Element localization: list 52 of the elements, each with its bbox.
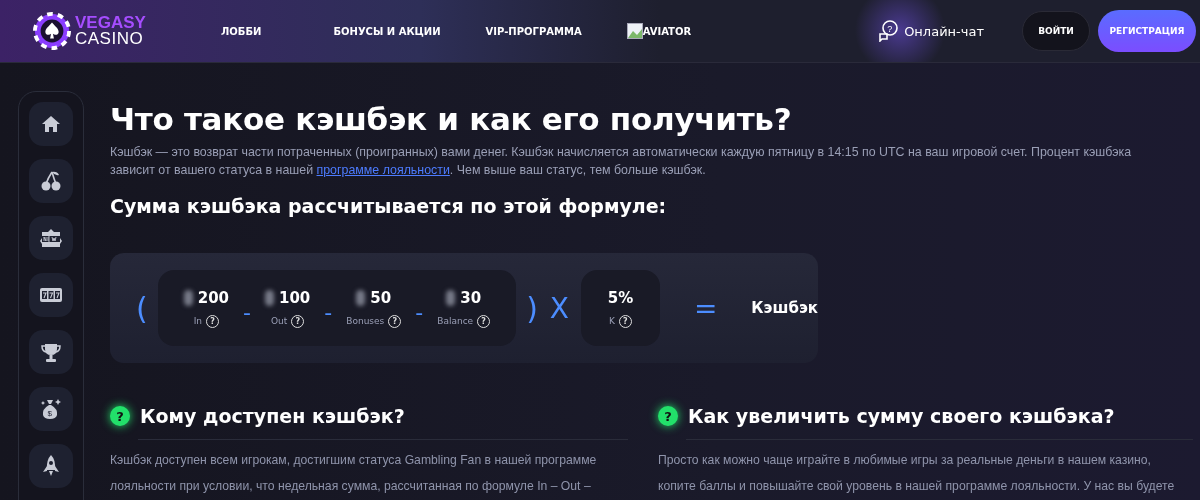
factor-label: K <box>609 316 615 326</box>
question-icon: ? <box>110 406 130 426</box>
formula-result: Кэшбэк <box>751 299 818 317</box>
section-heading: Кому доступен кэшбэк? <box>140 405 405 427</box>
open-parenthesis: ( <box>136 290 148 326</box>
category-button[interactable] <box>29 330 73 374</box>
term-label: Balance <box>437 316 474 326</box>
online-chat-link[interactable]: ? Онлайн-чат <box>878 20 984 42</box>
intro-paragraph: Кэшбэк — это возврат части потраченных (проигранных) вами денег. Кэшбэк начисляется автоматически каждую пятницу в 14:15 по UTC на ваш игровой счет. Процент кэшбэка зависит от вашего статуса в нашей программе лояльности. Чем выше ваш статус, тем больше кэшбэк. <box>110 144 1133 179</box>
term-label: Bonuses <box>346 316 385 326</box>
logo-subtitle: CASINO <box>75 31 145 48</box>
nav-link[interactable]: БОНУСЫ И АКЦИИ <box>333 25 441 37</box>
category-button[interactable]: $ <box>29 387 73 431</box>
section-paragraph: Просто как можно чаще играйте в любимые игры за реальные деньги в нашем казино, копите баллы и повышайте свой уровень в нашей программе лояльности. У нас вы будете <box>658 452 1176 495</box>
close-parenthesis: ) <box>526 290 538 326</box>
category-button[interactable] <box>29 444 73 488</box>
term-label: In <box>193 316 203 326</box>
section-paragraph: Кэшбэк доступен всем игрокам, достигшим статуса Gambling Fan в нашей программе лояльности при условии, что недельная сумма, рассчитанная по формуле In – Out – <box>110 452 598 495</box>
logo-chip-icon <box>33 12 71 50</box>
multiply-sign: X <box>549 291 570 325</box>
equals-sign: = <box>693 291 718 325</box>
term-value: 30 <box>460 288 482 307</box>
loyalty-program-link[interactable]: программе лояльности <box>316 163 450 177</box>
login-button[interactable]: ВОЙТИ <box>1022 11 1090 51</box>
rocket-icon <box>41 454 61 478</box>
new-badge-icon <box>39 228 63 248</box>
nav-link[interactable]: ЛОББИ <box>221 25 262 37</box>
category-button[interactable] <box>29 159 73 203</box>
register-button[interactable]: РЕГИСТРАЦИЯ <box>1098 10 1196 52</box>
formula-heading: Сумма кэшбэка рассчитывается по этой формуле: <box>110 195 668 217</box>
broken-image-icon <box>626 23 643 39</box>
term-label: Out <box>270 316 288 326</box>
minus-sign: - <box>243 299 251 325</box>
nav-link[interactable]: AVIATOR <box>626 23 692 39</box>
question-icon: ? <box>658 406 678 426</box>
term-value: 100 <box>279 288 311 307</box>
term-value: 200 <box>197 288 230 307</box>
home-button[interactable] <box>29 102 73 146</box>
slot-machine-icon <box>39 286 63 304</box>
category-button[interactable] <box>29 273 73 317</box>
term-value: 50 <box>370 288 392 307</box>
nav-link[interactable]: VIP-ПРОГРАММА <box>485 25 582 37</box>
section-heading: Как увеличить сумму своего кэшбэка? <box>688 405 1115 427</box>
logo-title: VEGASY <box>75 14 146 31</box>
minus-sign: - <box>415 299 424 325</box>
factor-value: 5% <box>607 288 634 307</box>
trophy-icon <box>40 341 62 363</box>
cherry-icon <box>40 170 62 192</box>
page-title: Что такое кэшбэк и как его получить? <box>110 101 793 137</box>
minus-sign: - <box>324 299 333 325</box>
category-button[interactable] <box>29 216 73 260</box>
home-icon <box>41 115 61 133</box>
